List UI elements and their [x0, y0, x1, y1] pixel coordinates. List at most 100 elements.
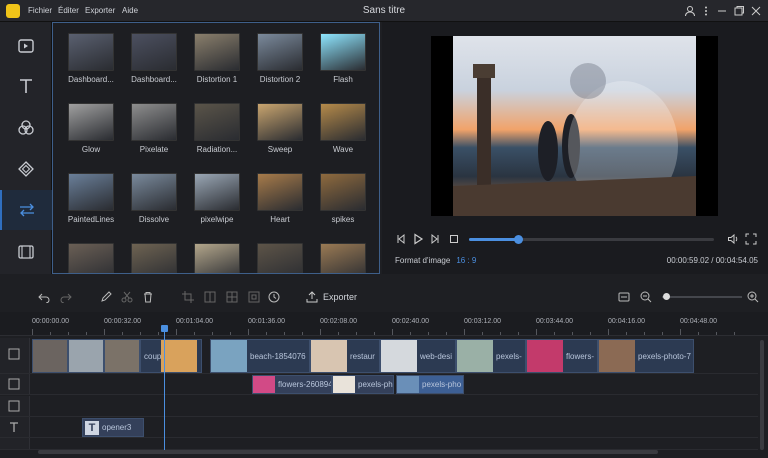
aspect-ratio-value[interactable]: 16 : 9	[456, 256, 476, 265]
crop-icon[interactable]	[182, 291, 194, 303]
undo-icon[interactable]	[38, 291, 50, 303]
transition-thumbnail	[257, 243, 303, 273]
timeline-clip[interactable]	[104, 339, 140, 373]
sidebar-overlay[interactable]	[0, 108, 52, 148]
transition-item[interactable]: Distortion 1	[185, 33, 249, 84]
video-clip[interactable]: pexels-	[456, 339, 526, 373]
timecode: 00:00:59.02 / 00:04:54.05	[666, 256, 758, 265]
zoom-knob[interactable]	[663, 293, 670, 300]
overlay-clip[interactable]: flowers-260894	[252, 375, 332, 394]
aspect-ratio: Format d'image 16 : 9	[395, 256, 476, 265]
timeline-v-scrollbar[interactable]	[760, 340, 764, 450]
transition-thumbnail	[194, 103, 240, 141]
transition-item[interactable]	[311, 243, 375, 273]
volume-icon[interactable]	[727, 233, 739, 245]
play-icon[interactable]	[412, 233, 424, 245]
freeze-icon[interactable]	[248, 291, 260, 303]
restore-icon[interactable]	[733, 5, 745, 17]
minimize-icon[interactable]	[716, 5, 728, 17]
video-clip[interactable]: flowers-	[526, 339, 598, 373]
duration-icon[interactable]	[268, 291, 280, 303]
playhead[interactable]	[164, 325, 165, 453]
transition-item[interactable]	[185, 243, 249, 273]
fullscreen-icon[interactable]	[745, 233, 757, 245]
transition-item[interactable]: Glow	[59, 103, 123, 154]
transition-item[interactable]: Sweep	[248, 103, 312, 154]
transition-label: Wave	[332, 145, 354, 154]
ruler-tick	[716, 332, 717, 335]
delete-icon[interactable]	[142, 291, 154, 303]
transition-item[interactable]: Dashboard...	[122, 33, 186, 84]
text-track-header	[0, 417, 30, 437]
transition-item[interactable]: Pixelate	[122, 103, 186, 154]
timeline-ruler[interactable]: 00:00:00.00 00:00:32.00 00:01:04.00 00:01:3…	[0, 312, 768, 336]
video-track-icon	[8, 348, 20, 360]
sidebar-elements[interactable]	[0, 149, 52, 189]
fit-icon[interactable]	[618, 291, 630, 303]
transition-item[interactable]: Flash	[311, 33, 375, 84]
transition-item[interactable]: pixelwipe	[185, 173, 249, 224]
video-clip[interactable]: pexels-photo-7	[598, 339, 694, 373]
video-clip[interactable]: beach-1854076	[210, 339, 310, 373]
transitions-icon	[20, 203, 34, 217]
transition-item[interactable]: PaintedLines	[59, 173, 123, 224]
ruler-tick	[104, 329, 105, 335]
sidebar-text[interactable]	[0, 66, 52, 106]
transition-item[interactable]: Dashboard...	[59, 33, 123, 84]
transition-item[interactable]	[122, 243, 186, 273]
sidebar-filters[interactable]	[0, 232, 52, 272]
cut-icon[interactable]	[121, 291, 133, 303]
export-button[interactable]: Exporter	[306, 291, 357, 303]
sidebar-media[interactable]	[0, 26, 52, 66]
progress-knob[interactable]	[514, 235, 523, 244]
ruler-tick	[122, 332, 123, 335]
transition-item[interactable]	[248, 243, 312, 273]
stop-icon[interactable]	[448, 233, 460, 245]
playback-progress[interactable]	[469, 235, 714, 244]
zoom-slider[interactable]	[662, 293, 742, 300]
overlay-clip[interactable]: pexels-ph	[332, 375, 394, 394]
redo-icon[interactable]	[60, 291, 72, 303]
transition-item[interactable]: Wave	[311, 103, 375, 154]
prev-frame-icon[interactable]	[395, 233, 407, 245]
timeline-h-scrollbar[interactable]	[38, 450, 658, 454]
video-clip[interactable]: web-desi	[380, 339, 456, 373]
ruler-tick	[536, 329, 537, 335]
playhead-handle[interactable]	[161, 325, 168, 332]
transition-item[interactable]: Distortion 2	[248, 33, 312, 84]
close-icon[interactable]	[750, 5, 762, 17]
timeline-clip[interactable]	[32, 339, 68, 373]
text-clip[interactable]: Topener3	[82, 418, 144, 437]
overlay-icon	[18, 120, 34, 135]
transition-thumbnail	[257, 173, 303, 211]
more-icon[interactable]	[700, 5, 712, 17]
account-icon[interactable]	[684, 5, 696, 17]
video-clip[interactable]: coup	[140, 339, 202, 373]
split-icon[interactable]	[204, 291, 216, 303]
clip-label: restaur	[350, 351, 375, 361]
transition-label: Distortion 2	[259, 75, 301, 84]
transition-item[interactable]: spikes	[311, 173, 375, 224]
transition-item[interactable]: Dissolve	[122, 173, 186, 224]
ruler-tick	[734, 332, 735, 335]
transition-item[interactable]	[59, 243, 123, 273]
ruler-tick-label: 00:00:00.00	[32, 318, 69, 325]
zoom-in-icon[interactable]	[747, 291, 759, 303]
transition-item[interactable]: Radiation...	[185, 103, 249, 154]
overlay-clip[interactable]: pexels-pho	[396, 375, 464, 394]
timeline-clip[interactable]	[68, 339, 104, 373]
next-frame-icon[interactable]	[429, 233, 441, 245]
window-title: Sans titre	[362, 5, 406, 16]
transition-thumbnail	[194, 33, 240, 71]
edit-icon[interactable]	[100, 291, 112, 303]
ruler-tick	[86, 332, 87, 335]
video-clip[interactable]: restaur	[310, 339, 380, 373]
transition-label: Dissolve	[138, 215, 170, 224]
ruler-tick	[590, 332, 591, 335]
transition-label: Flash	[333, 75, 353, 84]
transition-item[interactable]: Heart	[248, 173, 312, 224]
text-track-icon	[10, 422, 18, 432]
zoom-out-icon[interactable]	[640, 291, 652, 303]
mosaic-icon[interactable]	[226, 291, 238, 303]
sidebar-transitions[interactable]	[0, 190, 52, 230]
